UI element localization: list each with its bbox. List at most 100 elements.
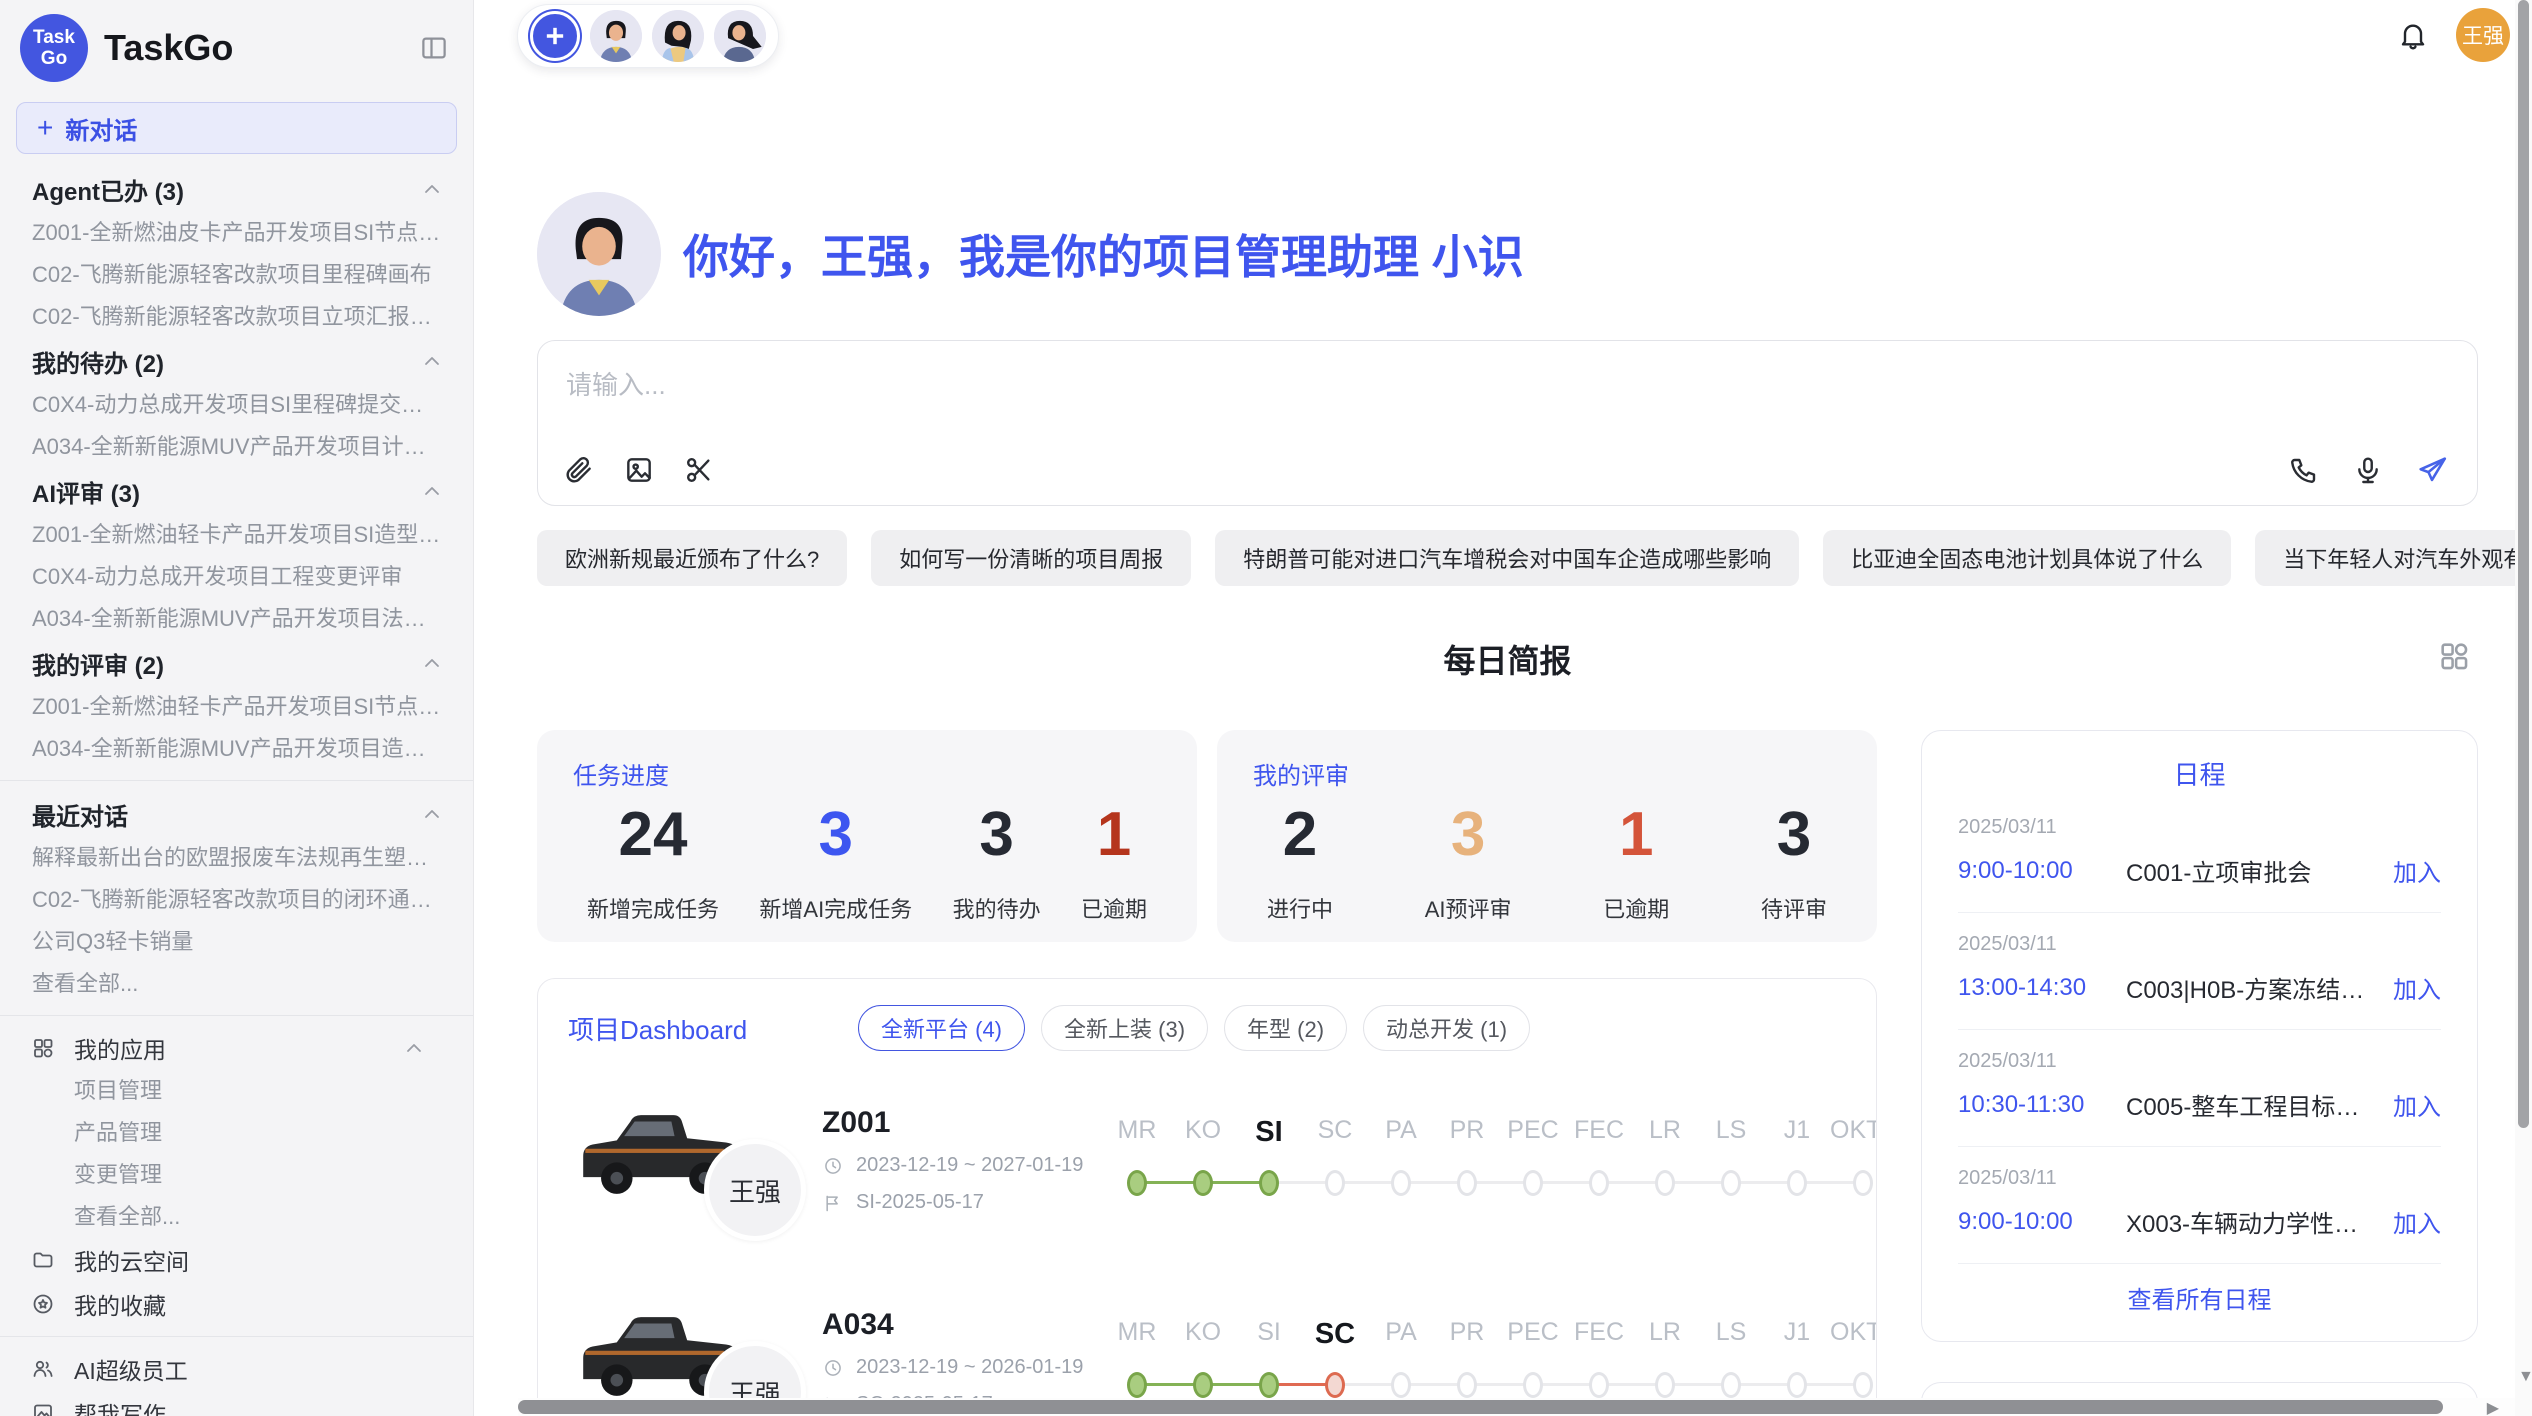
view-all-schedule-link[interactable]: 查看所有日程 [1958, 1264, 2441, 1321]
chevron-up-icon[interactable] [419, 478, 445, 504]
section-my-review[interactable]: 我的评审 (2) [0, 640, 473, 686]
milestone-dot [1457, 1170, 1477, 1196]
apps-grid-icon [30, 1035, 56, 1061]
milestone-dot-done [1259, 1372, 1279, 1398]
list-item[interactable]: A034-全新新能源MUV产品开发项目计划变更表编写 [0, 426, 473, 468]
assistant-avatar [537, 192, 661, 316]
sidebar-collapse-icon[interactable] [417, 31, 451, 65]
milestone-dot [1589, 1170, 1609, 1196]
scissors-icon[interactable] [682, 453, 716, 487]
sidebar-subitem-project-mgmt[interactable]: 项目管理 [0, 1070, 473, 1112]
section-title: 我的待办 (2) [32, 344, 164, 379]
layout-grid-icon[interactable] [2436, 638, 2472, 674]
scrollbar-thumb[interactable] [518, 1400, 2443, 1414]
dashboard-tabs: 全新平台 (4) 全新上装 (3) 年型 (2) 动总开发 (1) [858, 1005, 1530, 1051]
sidebar-subitem-product-mgmt[interactable]: 产品管理 [0, 1112, 473, 1154]
list-item[interactable]: C02-飞腾新能源轻客改款项目的闭环通告反馈情况 [0, 879, 473, 921]
tab-new-platform[interactable]: 全新平台 (4) [858, 1005, 1025, 1051]
entry-date: 2025/03/11 [1958, 816, 2441, 839]
schedule-entry: 2025/03/11 9:00-10:00 C001-立项审批会 加入 [1958, 796, 2441, 913]
user-avatar[interactable]: 王强 [2456, 8, 2510, 62]
project-row[interactable]: 王强 A034 2023-12-19 ~ 2026-01-19 [568, 1287, 1846, 1416]
chevron-up-icon[interactable] [419, 348, 445, 374]
send-icon[interactable] [2415, 453, 2449, 487]
chevron-up-icon[interactable] [419, 650, 445, 676]
sidebar-item-my-apps[interactable]: 我的应用 [0, 1026, 473, 1070]
sidebar-item-favorites[interactable]: 我的收藏 [0, 1282, 473, 1326]
vertical-scrollbar[interactable]: ▼ [2515, 0, 2532, 1416]
join-link[interactable]: 加入 [2393, 1204, 2441, 1239]
badge-star-icon [30, 1291, 56, 1317]
logo-line1: Task [33, 27, 75, 48]
list-item[interactable]: Z001-全新燃油皮卡产品开发项目SI节点Lesson Learn报告 [0, 212, 473, 254]
stat: 2 进行中 [1267, 799, 1333, 924]
list-item[interactable]: C02-飞腾新能源轻客改款项目里程碑画布 [0, 254, 473, 296]
chevron-up-icon[interactable] [401, 1035, 427, 1061]
chevron-up-icon[interactable] [419, 176, 445, 202]
view-all-link[interactable]: 查看全部... [0, 1196, 473, 1238]
stat: 3 我的待办 [953, 799, 1041, 924]
entry-time: 9:00-10:00 [1958, 1208, 2126, 1236]
list-item[interactable]: A034-全新新能源MUV产品开发项目法规符合性评审 [0, 598, 473, 640]
sidebar-item-ai-employee[interactable]: AI超级员工 [0, 1347, 473, 1391]
image-icon[interactable] [622, 453, 656, 487]
daily-briefing-header: 每日简报 [537, 636, 2478, 684]
tab-new-body[interactable]: 全新上装 (3) [1041, 1005, 1208, 1051]
suggestion-chip[interactable]: 当下年轻人对汽车外观有怎样的喜好趋势 [2255, 530, 2532, 586]
sidebar-item-help-write[interactable]: 帮我写作 [0, 1391, 473, 1416]
scroll-down-arrow[interactable]: ▼ [2518, 1368, 2532, 1386]
paperclip-icon[interactable] [562, 453, 596, 487]
schedule-title: 日程 [1958, 755, 2441, 792]
section-title: Agent已办 (3) [32, 172, 184, 207]
list-item[interactable]: 公司Q3轻卡销量 [0, 921, 473, 963]
chevron-up-icon[interactable] [419, 801, 445, 827]
list-item[interactable]: C0X4-动力总成开发项目工程变更评审 [0, 556, 473, 598]
join-link[interactable]: 加入 [2393, 970, 2441, 1005]
card-title: 任务进度 [573, 756, 1161, 791]
list-item[interactable]: C02-飞腾新能源轻客改款项目立项汇报方案 [0, 296, 473, 338]
tab-model-year[interactable]: 年型 (2) [1224, 1005, 1347, 1051]
sidebar-header: Task Go TaskGo [0, 0, 473, 90]
sidebar-subitem-change-mgmt[interactable]: 变更管理 [0, 1154, 473, 1196]
horizontal-scrollbar[interactable]: ▶ [518, 1398, 2515, 1416]
section-my-todo[interactable]: 我的待办 (2) [0, 338, 473, 384]
milestone-dot [1589, 1372, 1609, 1398]
tab-powertrain[interactable]: 动总开发 (1) [1363, 1005, 1530, 1051]
stat: 1 已逾期 [1081, 799, 1147, 924]
stat: 1 已逾期 [1603, 799, 1669, 924]
new-chat-button[interactable]: + 新对话 [16, 102, 457, 154]
view-all-link[interactable]: 查看全部... [0, 963, 473, 1005]
scrollbar-thumb[interactable] [2518, 0, 2529, 1128]
section-agent-done[interactable]: Agent已办 (3) [0, 166, 473, 212]
list-item[interactable]: A034-全新新能源MUV产品开发项目造型可行性评审 [0, 728, 473, 770]
microphone-icon[interactable] [2351, 453, 2385, 487]
list-item[interactable]: C0X4-动力总成开发项目SI里程碑提交物检查 [0, 384, 473, 426]
list-item[interactable]: 解释最新出台的欧盟报废车法规再生塑料比例被调至15%... [0, 837, 473, 879]
add-agent-button[interactable] [530, 11, 580, 61]
suggestion-chip[interactable]: 如何写一份清晰的项目周报 [871, 530, 1191, 586]
suggestion-chips: 欧洲新规最近颁布了什么? 如何写一份清晰的项目周报 特朗普可能对进口汽车增税会对… [537, 530, 2478, 586]
project-row[interactable]: 王强 Z001 2023-12-19 ~ 2027-01-19 [568, 1085, 1846, 1235]
join-link[interactable]: 加入 [2393, 853, 2441, 888]
section-ai-review[interactable]: AI评审 (3) [0, 468, 473, 514]
composer[interactable]: 请输入... [537, 340, 2478, 506]
avatar[interactable] [590, 10, 642, 62]
suggestion-chip[interactable]: 欧洲新规最近颁布了什么? [537, 530, 847, 586]
milestone-dot [1523, 1372, 1543, 1398]
avatar[interactable] [652, 10, 704, 62]
section-recent-chats[interactable]: 最近对话 [0, 791, 473, 837]
entry-title: C005-整车工程目标评审 [2126, 1087, 2377, 1122]
join-link[interactable]: 加入 [2393, 1087, 2441, 1122]
suggestion-chip[interactable]: 特朗普可能对进口汽车增税会对中国车企造成哪些影响 [1215, 530, 1799, 586]
list-item[interactable]: Z001-全新燃油轻卡产品开发项目SI节点属性5D文件评审 [0, 686, 473, 728]
milestone-dot-done [1127, 1170, 1147, 1196]
card-title: 我的评审 [1253, 756, 1841, 791]
scroll-right-arrow[interactable]: ▶ [2487, 1398, 2499, 1416]
suggestion-chip[interactable]: 比亚迪全固态电池计划具体说了什么 [1823, 530, 2231, 586]
phone-icon[interactable] [2287, 453, 2321, 487]
list-item[interactable]: Z001-全新燃油轻卡产品开发项目SI造型提交物评审 [0, 514, 473, 556]
notification-bell-icon[interactable] [2396, 18, 2430, 52]
sidebar-item-cloud-space[interactable]: 我的云空间 [0, 1238, 473, 1282]
entry-date: 2025/03/11 [1958, 1050, 2441, 1073]
avatar[interactable] [714, 10, 766, 62]
